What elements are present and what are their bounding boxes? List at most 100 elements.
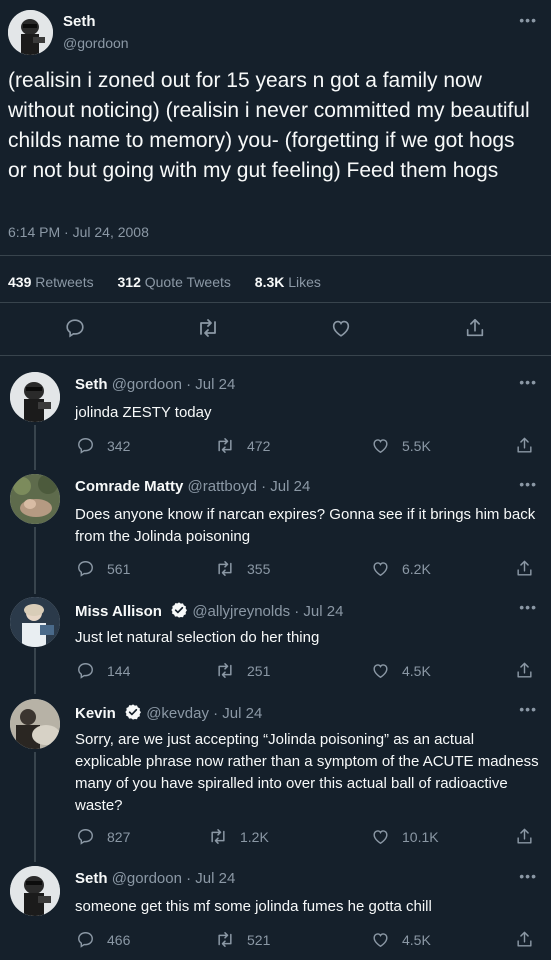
- reply-count: 144: [107, 662, 131, 679]
- retweet-arrows-icon[interactable]: [208, 827, 228, 846]
- reply-header: Miss Allison @allyjreynolds · Jul 24: [75, 601, 343, 623]
- speech-bubble-icon[interactable]: [76, 930, 95, 949]
- retweet-arrows-icon[interactable]: [215, 661, 235, 680]
- tweet-timestamp[interactable]: 6:14 PM · Jul 24, 2008: [8, 224, 149, 240]
- author-handle[interactable]: @gordoon: [112, 376, 182, 393]
- avatar[interactable]: [10, 372, 60, 422]
- avatar[interactable]: [10, 699, 60, 749]
- retweet-arrows-icon[interactable]: [215, 436, 235, 455]
- tweet-stats: 439 Retweets 312 Quote Tweets 8.3K Likes: [8, 274, 341, 290]
- reply-text: Sorry, are we just accepting “Jolinda po…: [75, 731, 539, 814]
- like-button[interactable]: 5.5K: [371, 436, 431, 455]
- author-handle[interactable]: @gordoon: [112, 870, 182, 887]
- reply-actions: 827 1.2K 10.1K: [0, 827, 551, 849]
- avatar[interactable]: [10, 597, 60, 647]
- avatar[interactable]: [8, 10, 53, 55]
- speech-bubble-icon[interactable]: [64, 317, 86, 339]
- more-options-icon[interactable]: •••: [519, 868, 537, 884]
- reply-header: Seth @gordoon · Jul 24: [75, 376, 235, 393]
- retweet-arrows-icon[interactable]: [196, 317, 220, 339]
- reply-date[interactable]: · Jul 24: [213, 705, 262, 722]
- reply-button[interactable]: 827: [76, 827, 130, 846]
- reply-text: Does anyone know if narcan expires? Gonn…: [75, 506, 536, 545]
- share-upload-icon[interactable]: [515, 436, 534, 455]
- retweet-button[interactable]: 1.2K: [208, 827, 269, 846]
- reply-date[interactable]: · Jul 24: [186, 870, 235, 887]
- reply-date[interactable]: · Jul 24: [261, 478, 310, 495]
- heart-outline-icon[interactable]: [371, 930, 390, 949]
- author-name[interactable]: Comrade Matty: [75, 478, 183, 495]
- speech-bubble-icon[interactable]: [76, 559, 95, 578]
- avatar[interactable]: [10, 474, 60, 524]
- more-options-icon[interactable]: •••: [519, 599, 537, 615]
- author-name[interactable]: Seth: [75, 376, 108, 393]
- heart-outline-icon[interactable]: [371, 661, 390, 680]
- share-upload-icon[interactable]: [515, 930, 534, 949]
- share-upload-icon[interactable]: [515, 559, 534, 578]
- more-options-icon[interactable]: •••: [519, 12, 537, 28]
- share-button[interactable]: [515, 436, 534, 455]
- share-button[interactable]: [515, 559, 534, 578]
- like-count: 4.5K: [402, 931, 431, 948]
- like-button[interactable]: 4.5K: [371, 930, 431, 949]
- like-count: 10.1K: [402, 828, 439, 845]
- reply-actions: 144 251 4.5K: [0, 661, 551, 683]
- divider: [0, 255, 551, 256]
- reply-button[interactable]: 144: [76, 661, 130, 680]
- like-count: 4.5K: [402, 662, 431, 679]
- author-handle[interactable]: @allyjreynolds: [192, 603, 290, 620]
- retweet-arrows-icon[interactable]: [215, 930, 235, 949]
- author-name[interactable]: Kevin: [75, 705, 116, 722]
- author-name[interactable]: Seth: [75, 870, 108, 887]
- reply-actions: 561 355 6.2K: [0, 559, 551, 581]
- share-button[interactable]: [515, 661, 534, 680]
- share-upload-icon[interactable]: [515, 661, 534, 680]
- heart-outline-icon[interactable]: [371, 436, 390, 455]
- author-name[interactable]: Miss Allison: [75, 603, 162, 620]
- reply-button[interactable]: 561: [76, 559, 130, 578]
- share-upload-icon[interactable]: [515, 827, 534, 846]
- author-name[interactable]: Seth: [63, 13, 96, 30]
- share-button[interactable]: [515, 827, 534, 846]
- speech-bubble-icon[interactable]: [76, 827, 95, 846]
- more-options-icon[interactable]: •••: [519, 701, 537, 717]
- reply-actions: 342 472 5.5K: [0, 436, 551, 458]
- retweet-button[interactable]: 251: [215, 661, 270, 680]
- likes-stat[interactable]: 8.3K Likes: [255, 274, 321, 290]
- like-button[interactable]: 6.2K: [371, 559, 431, 578]
- heart-outline-icon[interactable]: [371, 559, 390, 578]
- more-options-icon[interactable]: •••: [519, 374, 537, 390]
- more-options-icon[interactable]: •••: [519, 476, 537, 492]
- retweet-count: 1.2K: [240, 828, 269, 845]
- reply-date[interactable]: · Jul 24: [294, 603, 343, 620]
- divider: [0, 302, 551, 303]
- reply-actions: 466 521 4.5K: [0, 930, 551, 952]
- retweet-button[interactable]: 521: [215, 930, 270, 949]
- speech-bubble-icon[interactable]: [76, 436, 95, 455]
- speech-bubble-icon[interactable]: [76, 661, 95, 680]
- reply-button[interactable]: 342: [76, 436, 130, 455]
- tweet-text: (realisin i zoned out for 15 years n got…: [8, 69, 530, 182]
- retweet-count: 472: [247, 437, 271, 454]
- share-button[interactable]: [515, 930, 534, 949]
- reply-header: Kevin @kevday · Jul 24: [75, 703, 262, 725]
- like-count: 5.5K: [402, 437, 431, 454]
- reply-date[interactable]: · Jul 24: [186, 376, 235, 393]
- quote-tweets-stat[interactable]: 312 Quote Tweets: [118, 274, 231, 290]
- avatar[interactable]: [10, 866, 60, 916]
- heart-outline-icon[interactable]: [330, 317, 352, 339]
- retweet-count: 521: [247, 931, 271, 948]
- retweet-button[interactable]: 355: [215, 559, 270, 578]
- reply-button[interactable]: 466: [76, 930, 130, 949]
- retweet-arrows-icon[interactable]: [215, 559, 235, 578]
- retweet-button[interactable]: 472: [215, 436, 270, 455]
- like-button[interactable]: 4.5K: [371, 661, 431, 680]
- retweets-stat[interactable]: 439 Retweets: [8, 274, 94, 290]
- reply-count: 342: [107, 437, 131, 454]
- author-handle[interactable]: @rattboyd: [188, 478, 257, 495]
- author-handle[interactable]: @gordoon: [63, 35, 129, 51]
- like-button[interactable]: 10.1K: [371, 827, 439, 846]
- heart-outline-icon[interactable]: [371, 827, 390, 846]
- share-upload-icon[interactable]: [464, 317, 486, 339]
- author-handle[interactable]: @kevday: [146, 705, 209, 722]
